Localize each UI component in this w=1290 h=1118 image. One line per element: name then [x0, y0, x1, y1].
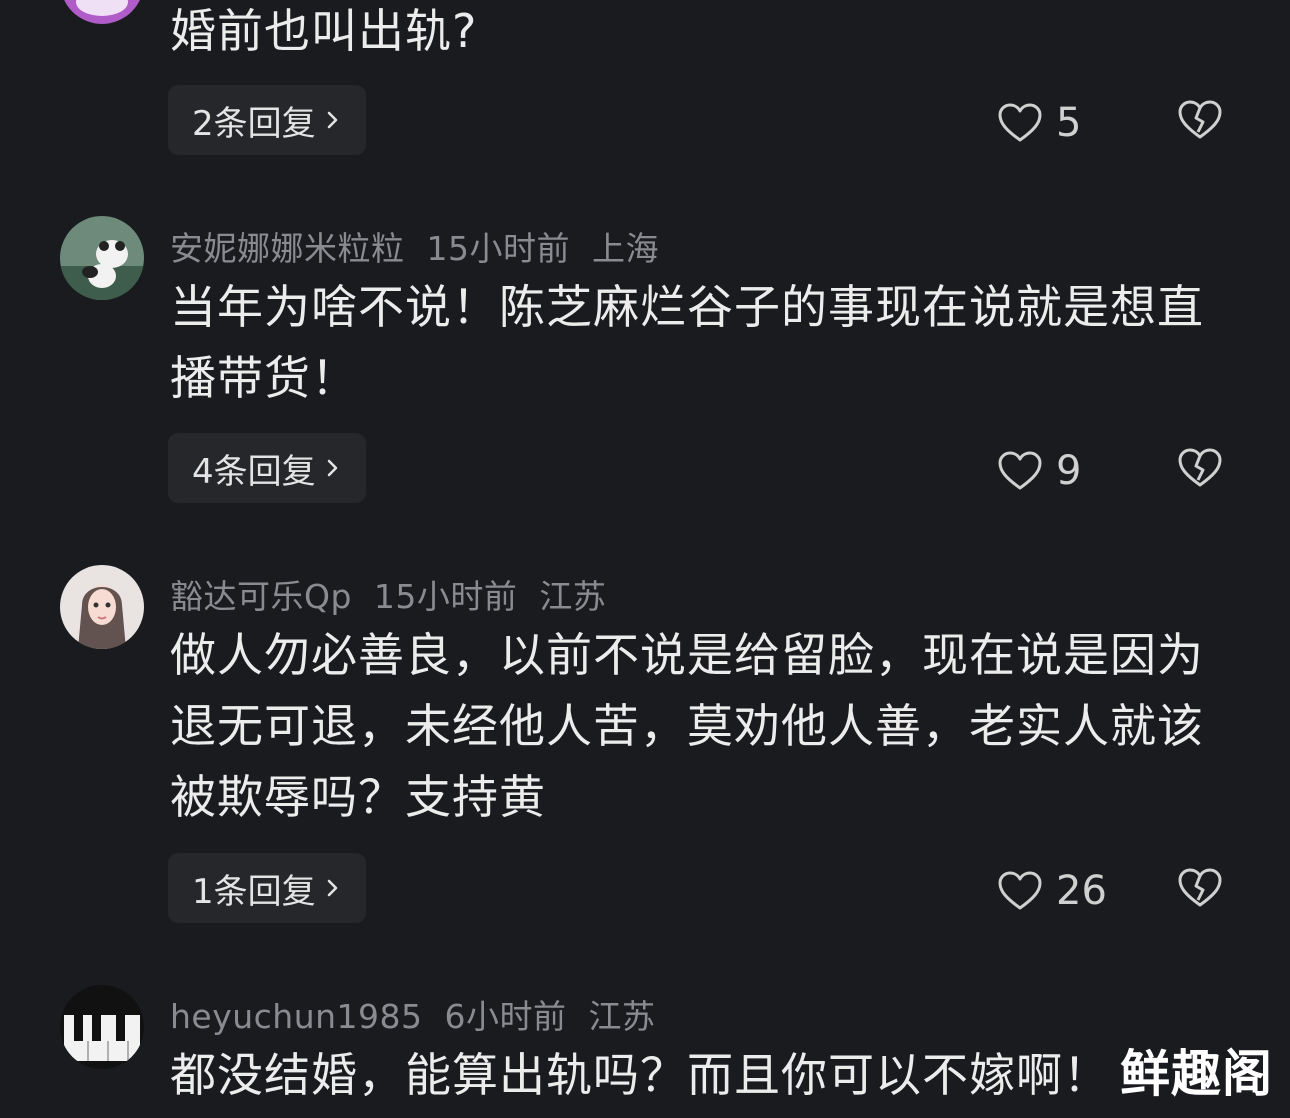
comment-meta: 豁达可乐Qp 15小时前 江苏	[170, 570, 628, 618]
comment-text: 当年为啥不说！陈芝麻烂谷子的事现在说就是想直 播带货！	[170, 272, 1230, 414]
comment-text-line: 被欺辱吗？支持黄	[170, 770, 546, 824]
location: 江苏	[588, 997, 656, 1036]
like-count: 5	[1056, 100, 1082, 146]
view-replies-button[interactable]: 4条回复	[168, 433, 366, 503]
avatar[interactable]	[60, 565, 144, 649]
heart-icon	[998, 871, 1042, 910]
like-button[interactable]: 26	[998, 868, 1107, 914]
timestamp: 15小时前	[373, 577, 518, 616]
dislike-button[interactable]	[1178, 448, 1222, 492]
avatar[interactable]	[60, 216, 144, 300]
comment-text-line: 退无可退，未经他人苦，莫劝他人善，老实人就该	[170, 699, 1204, 753]
location: 上海	[592, 229, 659, 268]
dislike-button[interactable]	[1178, 100, 1222, 144]
reply-count-label: 1条回复	[192, 871, 316, 912]
comment-text: 婚前也叫出轨?	[170, 4, 478, 58]
heart-icon	[998, 451, 1042, 490]
like-count: 26	[1056, 868, 1107, 914]
watermark: 鲜趣阁	[1120, 1045, 1273, 1103]
timestamp: 6小时前	[444, 997, 567, 1036]
username[interactable]: 安妮娜娜米粒粒	[170, 229, 405, 268]
username[interactable]: heyuchun1985	[170, 997, 423, 1036]
broken-heart-icon	[1178, 100, 1222, 139]
reply-count-label: 2条回复	[192, 103, 316, 144]
heart-icon	[998, 103, 1042, 142]
comment-text: 做人勿必善良，以前不说是给留脸，现在说是因为 退无可退，未经他人苦，莫劝他人善，…	[170, 620, 1230, 833]
chevron-right-icon	[327, 459, 337, 477]
chevron-right-icon	[327, 111, 337, 129]
avatar[interactable]	[60, 985, 144, 1069]
broken-heart-icon	[1178, 448, 1222, 487]
comment-text: 都没结婚，能算出轨吗？而且你可以不嫁啊！	[170, 1048, 1110, 1102]
view-replies-button[interactable]: 1条回复	[168, 853, 366, 923]
chevron-right-icon	[327, 879, 337, 897]
timestamp: 15小时前	[426, 229, 570, 268]
username[interactable]: 豁达可乐Qp	[170, 577, 352, 616]
broken-heart-icon	[1178, 868, 1222, 907]
comment-meta: 安妮娜娜米粒粒 15小时前 上海	[170, 222, 681, 270]
comment-text-line: 做人勿必善良，以前不说是给留脸，现在说是因为	[170, 628, 1204, 682]
reply-count-label: 4条回复	[192, 451, 316, 492]
view-replies-button[interactable]: 2条回复	[168, 85, 366, 155]
dislike-button[interactable]	[1178, 868, 1222, 912]
comment-text-line: 播带货！	[170, 351, 358, 405]
comment-text-line: 当年为啥不说！陈芝麻烂谷子的事现在说就是想直	[170, 280, 1204, 334]
like-button[interactable]: 5	[998, 100, 1081, 146]
location: 江苏	[539, 577, 607, 616]
comment-meta: heyuchun1985 6小时前 江苏	[170, 990, 678, 1038]
like-count: 9	[1056, 448, 1082, 494]
like-button[interactable]: 9	[998, 448, 1081, 494]
avatar[interactable]	[60, 0, 144, 24]
